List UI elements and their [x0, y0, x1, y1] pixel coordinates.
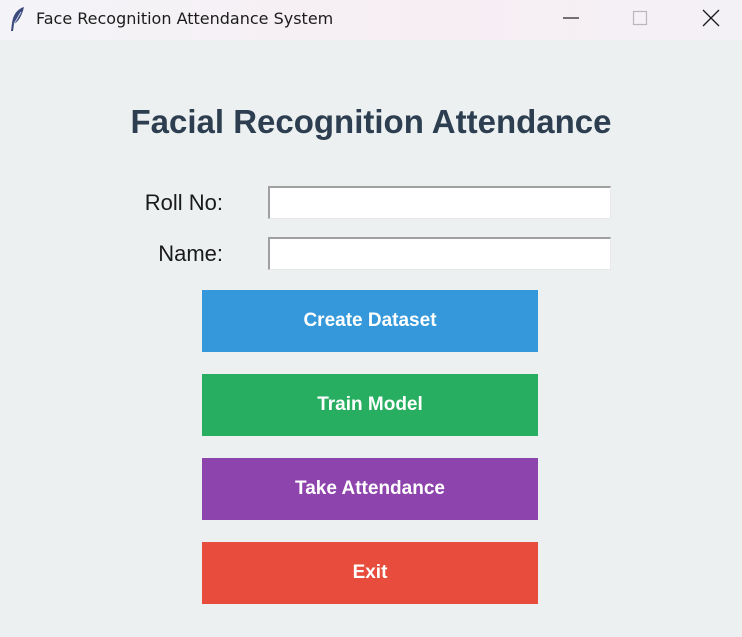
minimize-button[interactable]: [548, 0, 594, 36]
create-dataset-button[interactable]: Create Dataset: [202, 290, 538, 352]
feather-icon: [11, 7, 24, 31]
close-icon: [702, 9, 720, 27]
exit-button[interactable]: Exit: [202, 542, 538, 604]
roll-no-label: Roll No:: [144, 190, 223, 215]
train-model-button[interactable]: Train Model: [202, 374, 538, 436]
roll-no-input[interactable]: [268, 186, 611, 219]
name-label: Name:: [158, 241, 223, 266]
take-attendance-button[interactable]: Take Attendance: [202, 458, 538, 520]
page-title: Facial Recognition Attendance: [130, 103, 612, 140]
title-bar[interactable]: Face Recognition Attendance System: [0, 0, 742, 40]
main-panel: Facial Recognition Attendance Roll No: N…: [0, 40, 742, 637]
minimize-icon: [563, 17, 579, 19]
maximize-icon: [632, 10, 648, 26]
close-button[interactable]: [688, 0, 734, 36]
name-input[interactable]: [268, 237, 611, 270]
maximize-button[interactable]: [617, 0, 663, 36]
window-title: Face Recognition Attendance System: [36, 9, 334, 28]
